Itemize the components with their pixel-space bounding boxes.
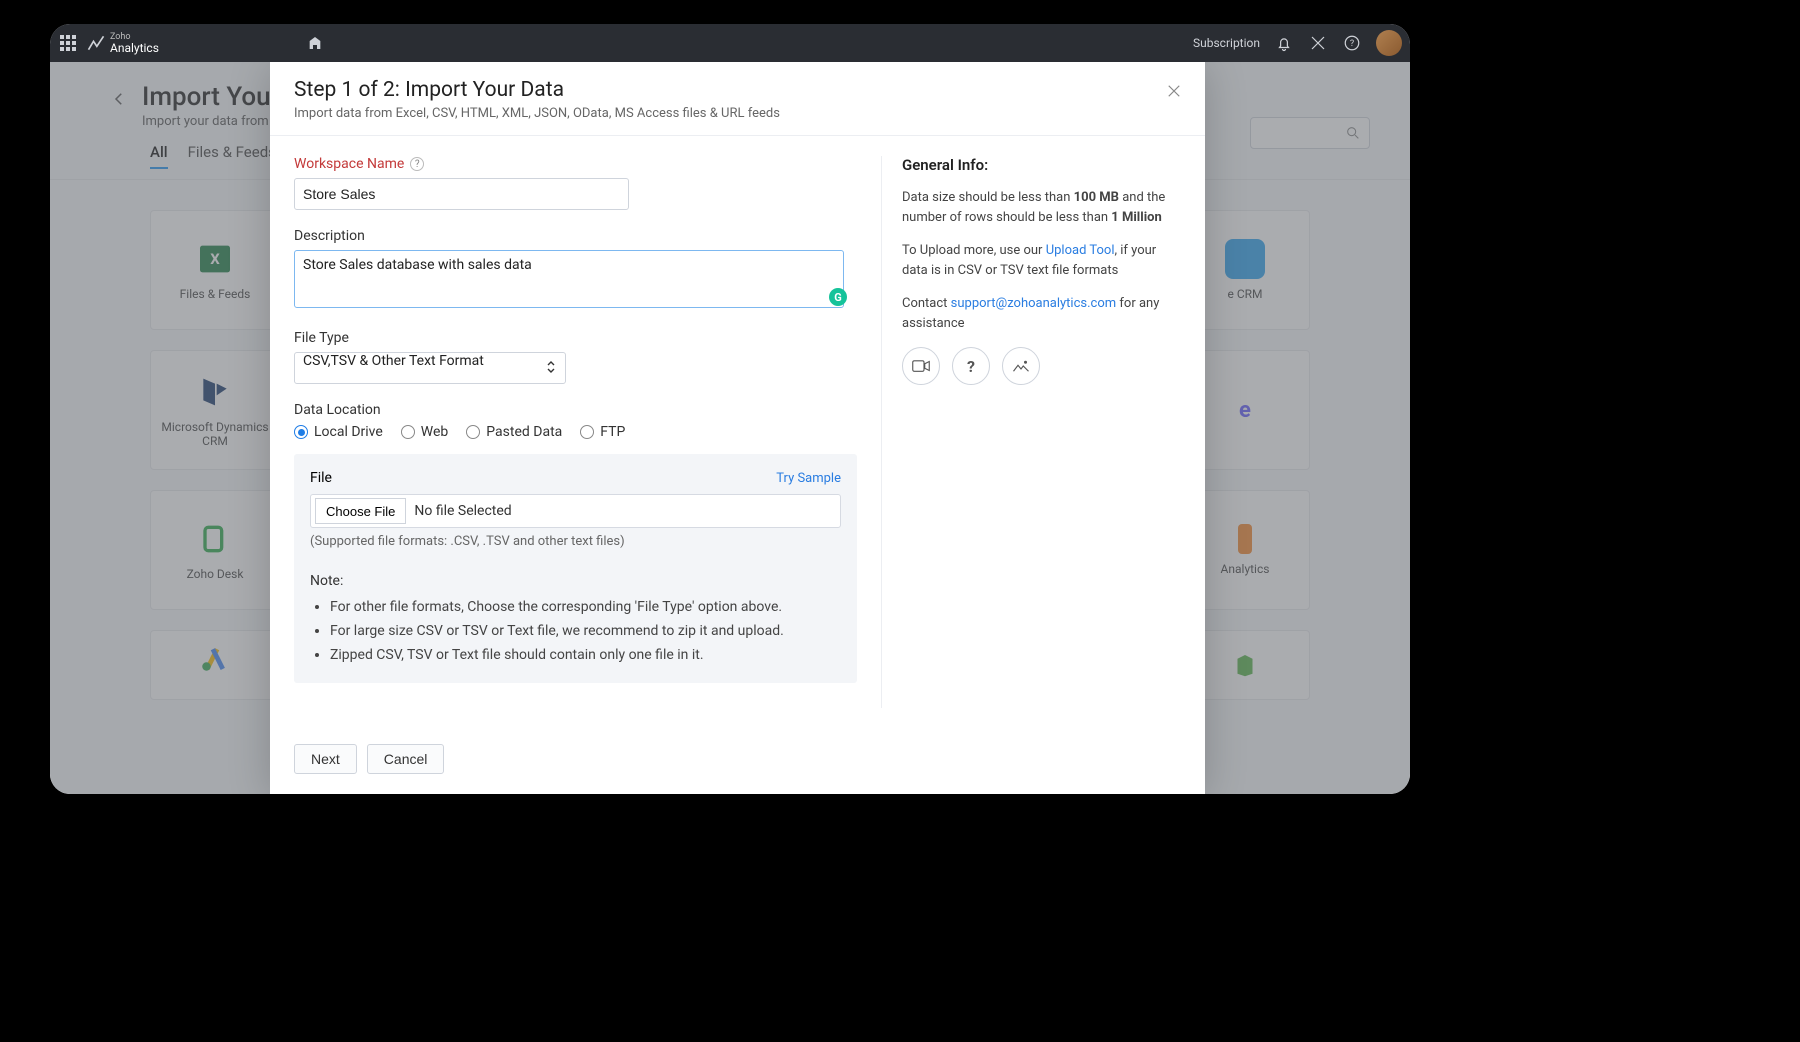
file-upload-panel: File Try Sample Choose File No file Sele… — [294, 454, 857, 683]
help-icon[interactable]: ? — [410, 157, 424, 171]
info-line-3: Contact support@zohoanalytics.com for an… — [902, 294, 1181, 333]
workspace-name-label: Workspace Name ? — [294, 156, 857, 172]
brand-name: Analytics — [110, 42, 159, 54]
general-info-panel: General Info: Data size should be less t… — [881, 156, 1181, 708]
modal-header: Step 1 of 2: Import Your Data Import dat… — [270, 62, 1205, 136]
file-input[interactable]: Choose File No file Selected — [310, 494, 841, 528]
info-line-2: To Upload more, use our Upload Tool, if … — [902, 241, 1181, 280]
radio-local-label: Local Drive — [314, 424, 383, 440]
bell-icon[interactable] — [1274, 33, 1294, 53]
dataloc-label: Data Location — [294, 402, 857, 418]
upload-tool-link[interactable]: Upload Tool — [1046, 243, 1115, 258]
dataloc-radio-group: Local Drive Web Pasted Data FTP — [294, 424, 857, 440]
radio-web[interactable]: Web — [401, 424, 449, 440]
close-icon[interactable] — [1165, 82, 1185, 102]
apps-launcher-icon[interactable] — [58, 33, 78, 53]
support-email-link[interactable]: support@zohoanalytics.com — [951, 296, 1116, 311]
tools-icon[interactable] — [1308, 33, 1328, 53]
filetype-label: File Type — [294, 330, 857, 346]
radio-pasted[interactable]: Pasted Data — [466, 424, 562, 440]
radio-local-drive[interactable]: Local Drive — [294, 424, 383, 440]
info-l3a: Contact — [902, 296, 951, 311]
topbar: Zoho Analytics Subscription ? — [50, 24, 1410, 62]
analytics-logo-icon — [86, 33, 106, 53]
file-selected-text: No file Selected — [406, 503, 511, 519]
description-textarea[interactable] — [294, 250, 844, 308]
description-label: Description — [294, 228, 857, 244]
supported-formats-hint: (Supported file formats: .CSV, .TSV and … — [310, 534, 841, 549]
info-l1d: 1 Million — [1111, 210, 1161, 225]
help-icon[interactable]: ? — [1342, 33, 1362, 53]
modal-subtitle: Import data from Excel, CSV, HTML, XML, … — [294, 106, 1181, 121]
file-label: File — [310, 470, 332, 486]
brand-logo[interactable]: Zoho Analytics — [86, 33, 159, 54]
cancel-button[interactable]: Cancel — [367, 744, 445, 774]
radio-pasted-label: Pasted Data — [486, 424, 562, 440]
choose-file-button[interactable]: Choose File — [315, 498, 406, 524]
import-modal: Step 1 of 2: Import Your Data Import dat… — [270, 62, 1205, 794]
org-building-icon[interactable] — [307, 35, 323, 51]
workspace-name-label-text: Workspace Name — [294, 156, 404, 172]
page: Import Your Data Import your data from a… — [50, 62, 1410, 794]
note-list: For other file formats, Choose the corre… — [310, 595, 841, 667]
info-l2a: To Upload more, use our — [902, 243, 1046, 258]
note-item: Zipped CSV, TSV or Text file should cont… — [330, 643, 841, 667]
modal-title: Step 1 of 2: Import Your Data — [294, 78, 1181, 102]
grammarly-icon[interactable]: G — [829, 288, 847, 306]
workspace-name-input[interactable] — [294, 178, 629, 210]
subscription-link[interactable]: Subscription — [1193, 36, 1260, 50]
avatar[interactable] — [1376, 30, 1402, 56]
info-l1a: Data size should be less than — [902, 190, 1074, 205]
info-line-1: Data size should be less than 100 MB and… — [902, 188, 1181, 227]
faq-help-icon[interactable]: ? — [952, 347, 990, 385]
radio-ftp[interactable]: FTP — [580, 424, 625, 440]
try-sample-link[interactable]: Try Sample — [776, 471, 841, 486]
svg-text:?: ? — [1350, 39, 1354, 49]
video-help-icon[interactable] — [902, 347, 940, 385]
note-item: For large size CSV or TSV or Text file, … — [330, 619, 841, 643]
image-help-icon[interactable] — [1002, 347, 1040, 385]
note-item: For other file formats, Choose the corre… — [330, 595, 841, 619]
modal-footer: Next Cancel — [270, 728, 1205, 794]
radio-ftp-label: FTP — [600, 424, 625, 440]
radio-web-label: Web — [421, 424, 449, 440]
note-title: Note: — [310, 573, 841, 589]
next-button[interactable]: Next — [294, 744, 357, 774]
info-l1b: 100 MB — [1074, 190, 1119, 205]
filetype-select[interactable]: CSV,TSV & Other Text Format — [294, 352, 566, 384]
info-heading: General Info: — [902, 156, 1181, 174]
